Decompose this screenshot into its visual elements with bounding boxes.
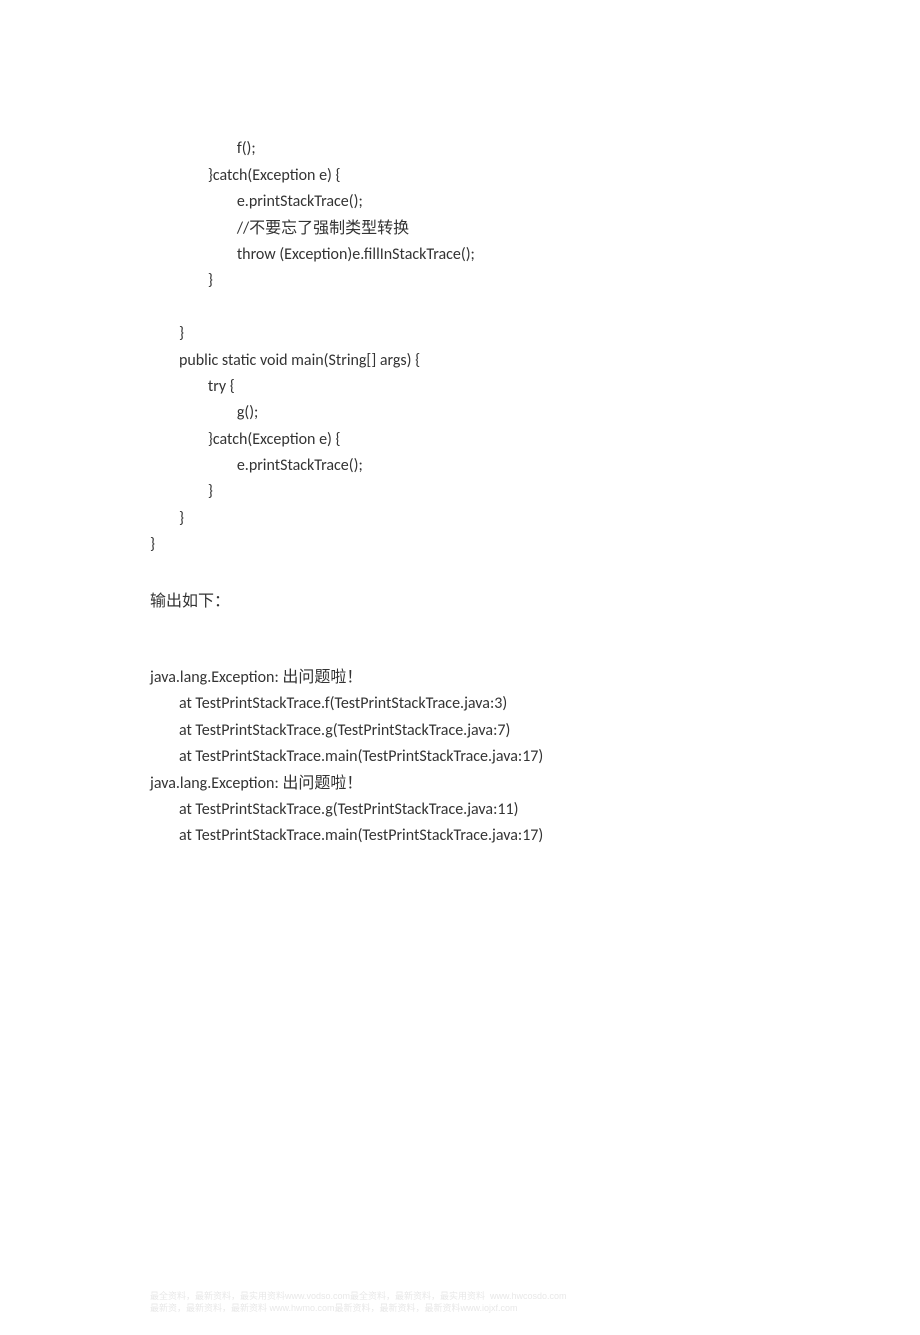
output-line: at TestPrintStackTrace.main(TestPrintSta… bbox=[150, 826, 543, 845]
output-line: at TestPrintStackTrace.f(TestPrintStackT… bbox=[150, 694, 507, 713]
output-label: 输出如下： bbox=[150, 587, 770, 611]
footer-watermark: 最全资料，最新资料，最实用资料www.vodso.com最全资料，最新资料，最实… bbox=[0, 1280, 920, 1335]
code-comment-cjk: 不要忘了强制类型转换 bbox=[249, 220, 409, 237]
code-line: public static void main(String[] args) { bbox=[150, 351, 420, 370]
output-line: at TestPrintStackTrace.g(TestPrintStackT… bbox=[150, 800, 518, 819]
output-line: java.lang.Exception: 出问题啦！ bbox=[150, 668, 362, 687]
output-block: java.lang.Exception: 出问题啦！ at TestPrintS… bbox=[150, 639, 770, 850]
exception-message-cjk: 出问题啦！ bbox=[282, 774, 362, 793]
output-line: java.lang.Exception: 出问题啦！ bbox=[150, 774, 362, 793]
code-line: } bbox=[150, 535, 155, 554]
code-line: throw (Exception)e.fillInStackTrace(); bbox=[150, 245, 475, 264]
code-comment-prefix: // bbox=[150, 219, 249, 238]
code-line: e.printStackTrace(); bbox=[150, 456, 363, 475]
code-line: try { bbox=[150, 377, 235, 396]
code-line: f(); bbox=[150, 139, 256, 158]
code-line: } bbox=[150, 482, 213, 501]
watermark-line: 最新资，最新资料，最新资料 www.hwmo.com最新资料，最新资料，最新资料… bbox=[150, 1303, 518, 1313]
exception-prefix: java.lang.Exception: bbox=[150, 774, 282, 793]
code-line: //不要忘了强制类型转换 bbox=[150, 219, 409, 238]
java-code-block: f(); }catch(Exception e) { e.printStackT… bbox=[150, 110, 770, 559]
code-line: } bbox=[150, 324, 184, 343]
output-line: at TestPrintStackTrace.main(TestPrintSta… bbox=[150, 747, 543, 766]
code-line: }catch(Exception e) { bbox=[150, 430, 341, 449]
code-line: e.printStackTrace(); bbox=[150, 192, 363, 211]
code-line: g(); bbox=[150, 403, 258, 422]
output-line: at TestPrintStackTrace.g(TestPrintStackT… bbox=[150, 721, 510, 740]
document-page: f(); }catch(Exception e) { e.printStackT… bbox=[0, 0, 920, 850]
code-line: } bbox=[150, 509, 184, 528]
code-line: }catch(Exception e) { bbox=[150, 166, 341, 185]
watermark-line: 最全资料，最新资料，最实用资料www.vodso.com最全资料，最新资料，最实… bbox=[150, 1291, 567, 1301]
code-line: } bbox=[150, 271, 213, 290]
exception-message-cjk: 出问题啦！ bbox=[282, 668, 362, 687]
exception-prefix: java.lang.Exception: bbox=[150, 668, 282, 687]
